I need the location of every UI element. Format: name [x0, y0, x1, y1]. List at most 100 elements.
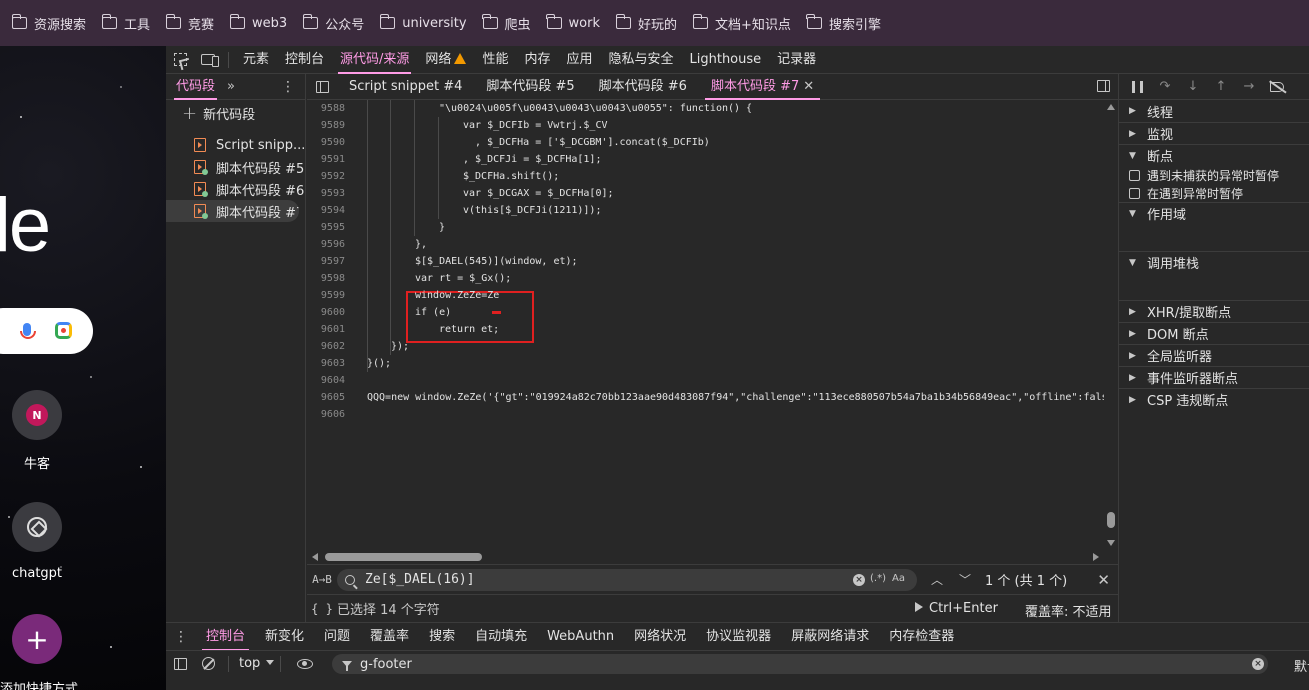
- next-match-button[interactable]: ﹀: [951, 571, 979, 588]
- drawer-tab[interactable]: 新变化: [255, 623, 314, 651]
- bookmark-item[interactable]: web3: [224, 9, 293, 37]
- line-number[interactable]: 9589: [307, 117, 345, 134]
- log-levels-dropdown[interactable]: 默认: [1294, 656, 1309, 675]
- drawer-tab[interactable]: 内存检查器: [879, 623, 964, 651]
- section-scope[interactable]: ▼ 作用域: [1119, 202, 1309, 224]
- editor-tab[interactable]: 脚本代码段 #6: [587, 74, 699, 100]
- pause-uncaught-checkbox[interactable]: 遇到未捕获的异常时暂停: [1119, 166, 1309, 184]
- mic-icon[interactable]: [20, 323, 36, 339]
- main-tab-item[interactable]: 隐私与安全: [600, 46, 681, 74]
- close-search-icon[interactable]: ✕: [1097, 571, 1110, 589]
- pretty-print-icon[interactable]: { }: [307, 602, 337, 616]
- bookmark-item[interactable]: 竞赛: [160, 9, 220, 37]
- search-input[interactable]: [365, 572, 845, 587]
- show-sidebar-button[interactable]: [166, 657, 194, 670]
- snippet-item[interactable]: Script snipp...: [166, 134, 305, 156]
- line-number[interactable]: 9592: [307, 168, 345, 185]
- step-out-button[interactable]: ↑: [1207, 74, 1235, 100]
- bookmark-item[interactable]: 资源搜索: [6, 9, 92, 37]
- run-snippet-button[interactable]: Ctrl+Enter: [915, 601, 998, 616]
- tab-snippets[interactable]: 代码段: [166, 74, 225, 100]
- drawer-tab[interactable]: 搜索: [419, 623, 465, 651]
- line-number[interactable]: 9604: [307, 372, 345, 389]
- snippet-item[interactable]: 脚本代码段 #7: [166, 200, 299, 222]
- section-event-listener-breakpoints[interactable]: ▶ 事件监听器断点: [1119, 366, 1309, 388]
- bookmark-item[interactable]: work: [541, 9, 606, 37]
- line-number[interactable]: 9603: [307, 355, 345, 372]
- clear-filter-icon[interactable]: ×: [1252, 658, 1264, 670]
- bookmark-item[interactable]: 工具: [96, 9, 156, 37]
- line-number[interactable]: 9595: [307, 219, 345, 236]
- step-button[interactable]: →: [1235, 74, 1263, 100]
- section-watch[interactable]: ▶ 监视: [1119, 122, 1309, 144]
- line-number[interactable]: 9598: [307, 270, 345, 287]
- search-field[interactable]: × (.*) Aa: [337, 568, 917, 591]
- device-toolbar-button[interactable]: [194, 46, 222, 74]
- line-number[interactable]: 9599: [307, 287, 345, 304]
- section-csp-breakpoints[interactable]: ▶ CSP 违规断点: [1119, 388, 1309, 410]
- clear-search-icon[interactable]: ×: [853, 573, 865, 586]
- main-tab-item[interactable]: 记录器: [769, 46, 824, 74]
- shortcut-chatgpt[interactable]: [12, 502, 62, 552]
- console-filter-input[interactable]: [360, 656, 1160, 672]
- line-number[interactable]: 9597: [307, 253, 345, 270]
- line-number[interactable]: 9588: [307, 100, 345, 117]
- pause-button[interactable]: [1123, 74, 1151, 100]
- line-number[interactable]: 9602: [307, 338, 345, 355]
- console-prompt[interactable]: [166, 676, 1309, 690]
- line-number[interactable]: 9594: [307, 202, 345, 219]
- section-call-stack[interactable]: ▼ 调用堆栈: [1119, 251, 1309, 273]
- editor-tab[interactable]: 脚本代码段 #7 ✕: [699, 74, 826, 100]
- drawer-menu-icon[interactable]: ⋮: [166, 629, 196, 645]
- checkbox[interactable]: [1129, 169, 1140, 181]
- vertical-scrollbar[interactable]: [1104, 100, 1118, 550]
- step-into-button[interactable]: ↓: [1179, 74, 1207, 100]
- editor-tab[interactable]: 脚本代码段 #5: [474, 74, 586, 100]
- drawer-tab[interactable]: 控制台: [196, 623, 255, 651]
- new-snippet-button[interactable]: + 新代码段: [166, 100, 305, 126]
- horizontal-scrollbar[interactable]: [307, 550, 1104, 564]
- toggle-debugger-icon[interactable]: [1097, 80, 1110, 92]
- section-threads[interactable]: ▶ 线程: [1119, 100, 1309, 122]
- more-tabs-icon[interactable]: »: [227, 79, 235, 94]
- line-number[interactable]: 9601: [307, 321, 345, 338]
- inspect-element-button[interactable]: [166, 46, 194, 74]
- console-filter[interactable]: ×: [332, 654, 1268, 674]
- deactivate-breakpoints-button[interactable]: [1263, 74, 1291, 100]
- section-xhr-breakpoints[interactable]: ▶ XHR/提取断点: [1119, 300, 1309, 322]
- section-dom-breakpoints[interactable]: ▶ DOM 断点: [1119, 322, 1309, 344]
- main-tab-item[interactable]: 应用: [558, 46, 600, 74]
- bookmark-item[interactable]: university: [374, 9, 472, 37]
- regex-toggle[interactable]: (.*): [870, 573, 886, 584]
- kebab-menu-icon[interactable]: ⋮: [281, 79, 295, 95]
- line-number[interactable]: 9606: [307, 406, 345, 423]
- line-number[interactable]: 9593: [307, 185, 345, 202]
- main-tab-item[interactable]: 控制台: [277, 46, 332, 74]
- toggle-navigator-button[interactable]: [307, 74, 337, 100]
- lens-icon[interactable]: [55, 322, 72, 339]
- bookmark-item[interactable]: 搜索引擎: [801, 9, 887, 37]
- bookmark-item[interactable]: 文档+知识点: [687, 9, 797, 37]
- main-tab-item[interactable]: 元素: [235, 46, 277, 74]
- main-tab-item[interactable]: 内存: [516, 46, 558, 74]
- section-breakpoints[interactable]: ▼ 断点: [1119, 144, 1309, 166]
- shortcut-niuke[interactable]: N: [12, 390, 62, 440]
- drawer-tab[interactable]: 屏蔽网络请求: [781, 623, 879, 651]
- clear-console-button[interactable]: [194, 657, 222, 670]
- main-tab-item[interactable]: 源代码/来源: [332, 46, 417, 74]
- main-tab-item[interactable]: 网络: [417, 46, 474, 74]
- replace-toggle-icon[interactable]: A→B: [307, 573, 337, 586]
- section-global-listeners[interactable]: ▶ 全局监听器: [1119, 344, 1309, 366]
- line-number[interactable]: 9596: [307, 236, 345, 253]
- snippet-item[interactable]: 脚本代码段 #6: [166, 178, 305, 200]
- close-tab-icon[interactable]: ✕: [803, 79, 814, 94]
- checkbox[interactable]: [1129, 187, 1140, 199]
- drawer-tab[interactable]: 问题: [314, 623, 360, 651]
- prev-match-button[interactable]: ︿: [923, 571, 951, 588]
- bookmark-item[interactable]: 公众号: [297, 9, 370, 37]
- bookmark-item[interactable]: 爬虫: [477, 9, 537, 37]
- context-select[interactable]: top: [239, 656, 275, 671]
- line-number[interactable]: 9600: [307, 304, 345, 321]
- drawer-tab[interactable]: WebAuthn: [537, 623, 624, 651]
- drawer-tab[interactable]: 覆盖率: [360, 623, 419, 651]
